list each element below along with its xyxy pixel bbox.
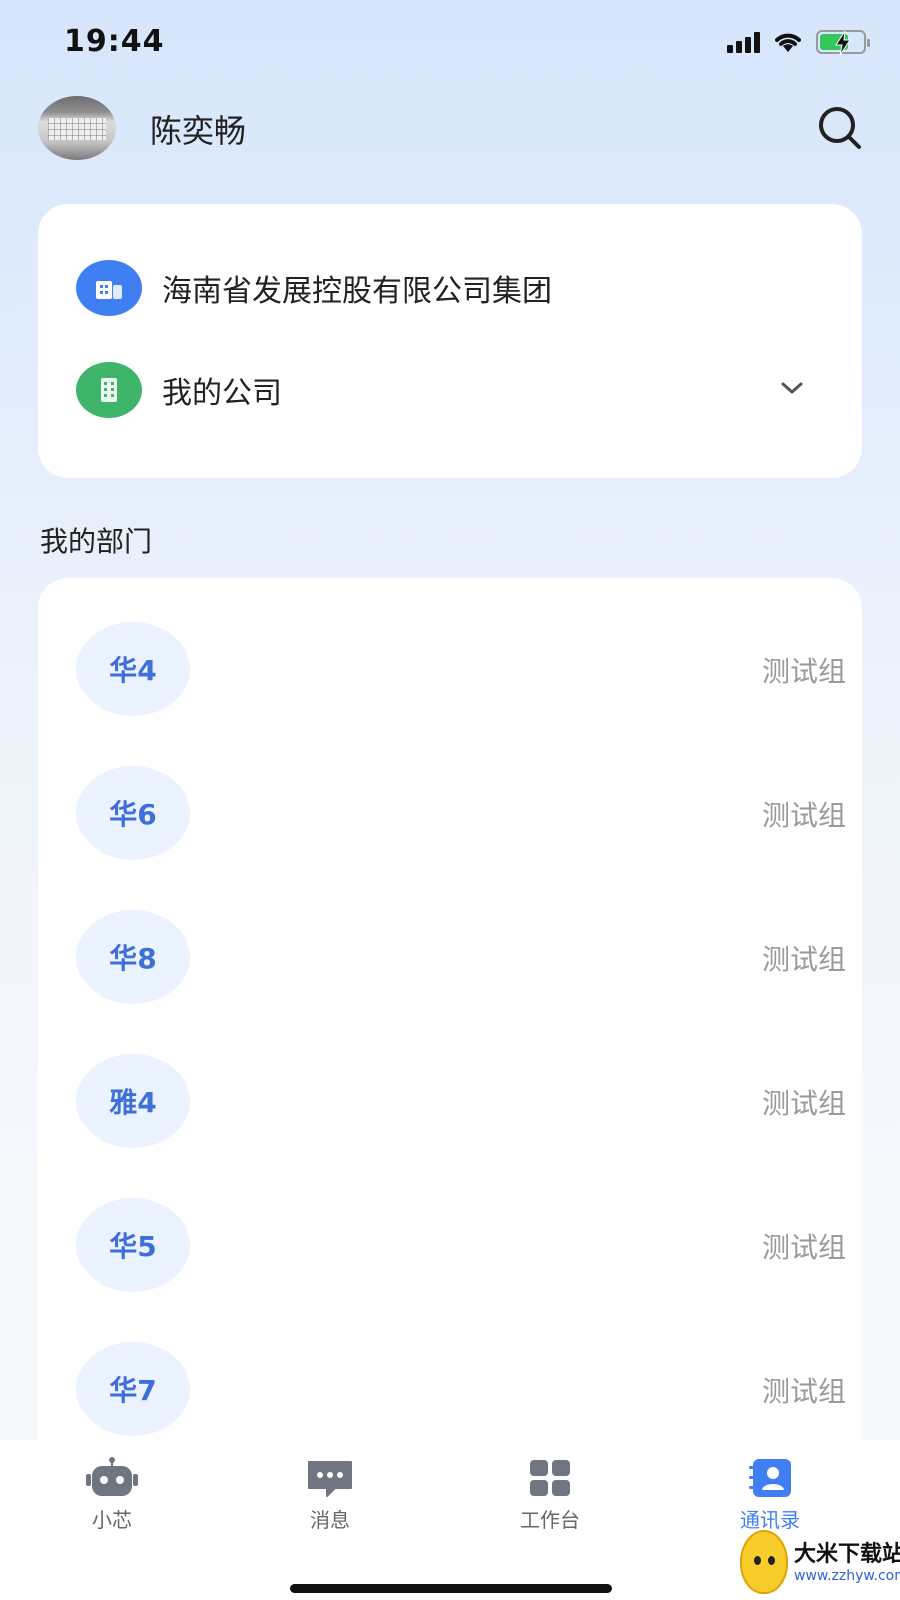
department-row[interactable]: 华8 测试组: [76, 910, 846, 1004]
section-title: 我的部门: [40, 525, 153, 558]
nav-label: 消息: [310, 1508, 350, 1532]
wifi-icon: [775, 33, 801, 52]
avatar[interactable]: [38, 96, 116, 160]
department-badge: 华7: [76, 1342, 190, 1436]
watermark-url: www.zzhyw.com: [794, 1568, 900, 1584]
status-time: 19:44: [64, 24, 165, 59]
office-building-icon: [76, 362, 142, 418]
department-row[interactable]: 华5 测试组: [76, 1198, 846, 1292]
watermark: 大米下载站 www.zzhyw.com: [736, 1524, 900, 1600]
search-icon: [819, 107, 861, 149]
department-group: 测试组: [761, 1231, 846, 1264]
company-name: 我的公司: [162, 376, 282, 411]
chat-bubble-icon: [308, 1461, 352, 1497]
department-group: 测试组: [761, 943, 846, 976]
department-row[interactable]: 华6 测试组: [76, 766, 846, 860]
status-bar: 19:44: [0, 0, 900, 88]
department-badge: 华4: [76, 622, 190, 716]
company-name: 海南省发展控股有限公司集团: [162, 274, 552, 309]
watermark-logo-icon: [740, 1530, 788, 1594]
home-indicator: [290, 1584, 612, 1593]
department-badge: 雅4: [76, 1054, 190, 1148]
contacts-icon: [749, 1459, 791, 1497]
tab-contacts[interactable]: 通讯录: [710, 1456, 830, 1533]
department-badge: 华5: [76, 1198, 190, 1292]
header: 陈奕畅: [38, 96, 868, 160]
battery-icon: [816, 30, 870, 56]
department-badge: 华8: [76, 910, 190, 1004]
tab-xiaoxin[interactable]: 小芯: [52, 1456, 172, 1533]
watermark-title: 大米下载站: [794, 1542, 900, 1567]
nav-label: 小芯: [92, 1508, 132, 1532]
chevron-down-icon[interactable]: [778, 374, 806, 402]
company-item-my-company[interactable]: 我的公司: [76, 360, 826, 420]
cellular-signal-icon: [727, 31, 760, 53]
department-group: 测试组: [761, 655, 846, 688]
company-card: 海南省发展控股有限公司集团 我的公司: [38, 204, 862, 478]
department-badge: 华6: [76, 766, 190, 860]
status-icons: [727, 30, 870, 56]
department-row[interactable]: 华4 测试组: [76, 622, 846, 716]
building-icon: [76, 260, 142, 316]
department-group: 测试组: [761, 1087, 846, 1120]
department-row[interactable]: 华7 测试组: [76, 1342, 846, 1436]
nav-label: 工作台: [520, 1508, 580, 1532]
search-button[interactable]: [812, 100, 868, 156]
tab-messages[interactable]: 消息: [270, 1456, 390, 1533]
department-list: 华4 测试组 华6 测试组 华8 测试组 雅4 测试组 华5 测试组 华7 测试…: [38, 578, 862, 1478]
department-row[interactable]: 雅4 测试组: [76, 1054, 846, 1148]
robot-icon: [86, 1457, 138, 1496]
department-group: 测试组: [761, 799, 846, 832]
grid-icon: [530, 1460, 570, 1496]
department-group: 测试组: [761, 1375, 846, 1408]
company-item-group[interactable]: 海南省发展控股有限公司集团: [76, 258, 826, 318]
user-name: 陈奕畅: [150, 112, 247, 150]
tab-workbench[interactable]: 工作台: [490, 1456, 610, 1533]
